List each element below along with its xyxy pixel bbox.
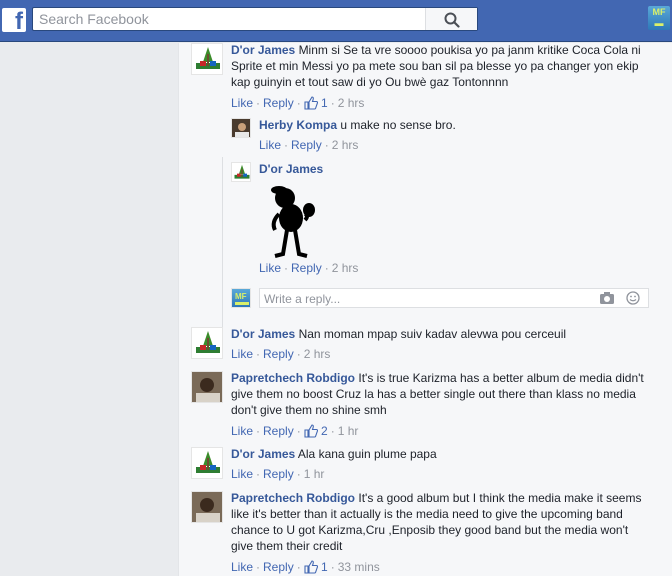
- coat-of-arms-icon: [196, 451, 220, 473]
- comment: D'or James Ala kana guin plume papa Like…: [191, 447, 661, 487]
- comment-author[interactable]: D'or James: [231, 327, 295, 341]
- comment-author[interactable]: D'or James: [231, 447, 295, 461]
- top-bar: f MF▬: [0, 0, 672, 42]
- comment-timestamp[interactable]: 2 hrs: [332, 261, 359, 275]
- reply-thread-rail: [222, 157, 223, 355]
- comment-author[interactable]: Papretchech Robdigo: [231, 491, 355, 505]
- comment-timestamp[interactable]: 1 hr: [304, 467, 325, 481]
- reply-link[interactable]: Reply: [263, 347, 294, 361]
- current-user-avatar[interactable]: MF: [231, 288, 251, 308]
- comment-actions: Like · Reply · 2 hrs: [231, 347, 331, 361]
- comment-actions: Like · Reply · 1 · 2 hrs: [231, 96, 365, 110]
- left-gutter: [0, 43, 178, 576]
- comment-timestamp[interactable]: 2 hrs: [338, 96, 365, 110]
- search-box[interactable]: [32, 7, 478, 31]
- reply-comment: Herby Kompa u make no sense bro. Like · Re…: [231, 118, 651, 156]
- comment-author[interactable]: Papretchech Robdigo: [231, 371, 355, 385]
- avatar-user-photo[interactable]: [191, 371, 223, 403]
- comment-actions: Like · Reply · 1 hr: [231, 467, 325, 481]
- reply-link[interactable]: Reply: [263, 424, 294, 438]
- comment-text: Ala kana guin plume papa: [297, 447, 437, 461]
- comment-author[interactable]: D'or James: [259, 162, 323, 176]
- thumbs-up-icon: [304, 424, 318, 438]
- reply-composer[interactable]: [259, 288, 649, 308]
- like-link[interactable]: Like: [231, 467, 253, 481]
- avatar-coat-of-arms[interactable]: [231, 162, 251, 182]
- comment: D'or James Minm si Se ta vre soooo pouki…: [191, 43, 661, 115]
- like-count[interactable]: 1: [321, 96, 328, 110]
- avatar-user-photo[interactable]: [191, 491, 223, 523]
- facebook-logo[interactable]: f: [2, 8, 26, 34]
- search-icon: [444, 12, 460, 28]
- search-input[interactable]: [39, 10, 429, 28]
- comments-panel: D'or James Minm si Se ta vre soooo pouki…: [178, 43, 672, 576]
- like-link[interactable]: Like: [231, 347, 253, 361]
- reply-link[interactable]: Reply: [263, 560, 294, 574]
- comment-actions: Like · Reply · 2 · 1 hr: [231, 424, 359, 438]
- sticker-image[interactable]: [265, 184, 321, 260]
- emoji-icon[interactable]: [626, 291, 640, 308]
- like-count[interactable]: 1: [321, 560, 328, 574]
- like-count[interactable]: 2: [321, 424, 328, 438]
- comment-actions: Like · Reply · 2 hrs: [259, 138, 359, 152]
- thumbs-up-icon: [304, 96, 318, 110]
- comment-author[interactable]: D'or James: [231, 43, 295, 57]
- comment-actions: Like · Reply · 2 hrs: [259, 261, 359, 275]
- reply-link[interactable]: Reply: [263, 467, 294, 481]
- reply-link[interactable]: Reply: [263, 96, 294, 110]
- avatar-user-photo[interactable]: [231, 118, 251, 138]
- like-link[interactable]: Like: [259, 138, 281, 152]
- comment: D'or James Nan moman mpap suiv kadav ale…: [191, 327, 661, 367]
- user-photo-icon: [192, 492, 222, 522]
- avatar-coat-of-arms[interactable]: [191, 327, 223, 359]
- avatar-coat-of-arms[interactable]: [191, 43, 223, 75]
- comment: Papretchech Robdigo It's a good album bu…: [191, 491, 661, 575]
- comment-timestamp[interactable]: 33 mins: [338, 560, 380, 574]
- reply-link[interactable]: Reply: [291, 138, 322, 152]
- comment-author[interactable]: Herby Kompa: [259, 118, 337, 132]
- reply-link[interactable]: Reply: [291, 261, 322, 275]
- reply-input[interactable]: [264, 291, 584, 306]
- composer-icons: [591, 291, 640, 308]
- app-badge-icon: MF: [235, 292, 249, 305]
- like-link[interactable]: Like: [231, 560, 253, 574]
- coat-of-arms-icon: [196, 331, 220, 353]
- coat-of-arms-icon: [234, 164, 250, 179]
- user-photo-icon: [192, 372, 222, 402]
- comment-timestamp[interactable]: 1 hr: [338, 424, 359, 438]
- app-badge-icon[interactable]: MF ▬: [648, 6, 670, 30]
- like-link[interactable]: Like: [231, 424, 253, 438]
- comment: Papretchech Robdigo It's is true Karizma…: [191, 371, 661, 439]
- thumbs-up-icon: [304, 560, 318, 574]
- comment-timestamp[interactable]: 2 hrs: [304, 347, 331, 361]
- avatar-coat-of-arms[interactable]: [191, 447, 223, 479]
- comment-timestamp[interactable]: 2 hrs: [332, 138, 359, 152]
- camera-icon[interactable]: [599, 291, 615, 308]
- comment-text: Nan moman mpap suiv kadav alevwa pou cer…: [298, 327, 567, 341]
- like-link[interactable]: Like: [231, 96, 253, 110]
- comment-actions: Like · Reply · 1 · 33 mins: [231, 560, 380, 574]
- like-link[interactable]: Like: [259, 261, 281, 275]
- coat-of-arms-icon: [196, 47, 220, 69]
- user-photo-icon: [232, 119, 250, 137]
- reply-comment: D'or James Like · Reply · 2 hrs: [231, 162, 651, 280]
- search-button[interactable]: [425, 8, 477, 30]
- comment-text: u make no sense bro.: [340, 118, 456, 132]
- svg-text:MF: MF: [235, 292, 247, 301]
